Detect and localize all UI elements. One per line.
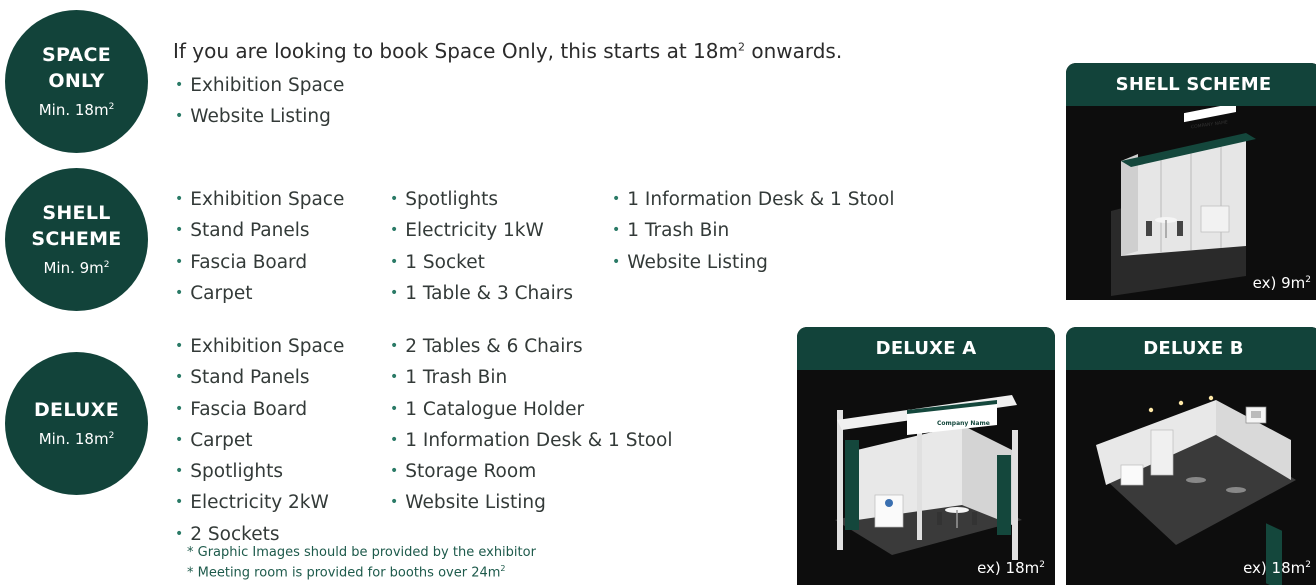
shell-scheme-list-col1: Exhibition Space Stand Panels Fascia Boa… [175,185,344,310]
size-example-label: ex) 9m2 [1252,274,1311,292]
package-minimum: Min. 18m2 [38,101,115,119]
list-item: Electricity 1kW [390,216,573,247]
list-item: 1 Trash Bin [390,363,672,394]
deluxe-list-col1: Exhibition Space Stand Panels Fascia Boa… [175,332,344,551]
list-item: Fascia Board [175,248,344,279]
package-minimum: Min. 9m2 [43,259,110,277]
list-item: 1 Catalogue Holder [390,395,672,426]
footnote: * Meeting room is provided for booths ov… [187,564,506,581]
list-item: Exhibition Space [175,332,344,363]
list-item: Website Listing [390,488,672,519]
list-item: Stand Panels [175,363,344,394]
shell-scheme-booth-illustration: COMPANY NAME [1066,106,1316,300]
list-item: Website Listing [175,102,344,133]
list-item: 1 Socket [390,248,573,279]
fascia-sign-text: Company Name [937,420,990,427]
list-item: Electricity 2kW [175,488,344,519]
list-item: Spotlights [390,185,573,216]
space-only-headline: If you are looking to book Space Only, t… [173,39,843,63]
list-item: Exhibition Space [175,185,344,216]
list-item: 1 Information Desk & 1 Stool [390,426,672,457]
package-title-line: SHELL [42,202,111,224]
footnote: * Graphic Images should be provided by t… [187,545,536,560]
deluxe-a-booth-illustration: Company Name [797,370,1055,585]
booth-card-deluxe-a: DELUXE A Company Name ex) 18m2 [797,327,1055,585]
package-circle-deluxe: DELUXE Min. 18m2 [5,352,148,495]
list-item: 1 Trash Bin [612,216,894,247]
deluxe-b-booth-illustration [1066,370,1316,585]
booth-card-deluxe-b: DELUXE B ex) 18m2 [1066,327,1316,585]
booth-card-shell-scheme: SHELL SCHEME COMPANY NAME ex) 9m2 [1066,63,1316,300]
list-item: Carpet [175,426,344,457]
list-item: 2 Tables & 6 Chairs [390,332,672,363]
list-item: Fascia Board [175,395,344,426]
size-example-label: ex) 18m2 [1243,559,1311,577]
card-title: SHELL SCHEME [1066,63,1316,106]
list-item: 1 Table & 3 Chairs [390,279,573,310]
space-only-list: Exhibition Space Website Listing [175,71,344,134]
package-title-line: SPACE [42,44,111,66]
list-item: Stand Panels [175,216,344,247]
list-item: Exhibition Space [175,71,344,102]
shell-scheme-list-col2: Spotlights Electricity 1kW 1 Socket 1 Ta… [390,185,573,310]
shell-scheme-list-col3: 1 Information Desk & 1 Stool 1 Trash Bin… [612,185,894,279]
list-item: Website Listing [612,248,894,279]
package-minimum: Min. 18m2 [38,430,115,448]
list-item: Spotlights [175,457,344,488]
list-item: Storage Room [390,457,672,488]
package-title-line: ONLY [48,70,105,92]
package-title-line: DELUXE [33,399,120,421]
package-circle-space-only: SPACE ONLY Min. 18m2 [5,10,148,153]
size-example-label: ex) 18m2 [977,559,1045,577]
card-title: DELUXE B [1066,327,1316,370]
deluxe-list-col2: 2 Tables & 6 Chairs 1 Trash Bin 1 Catalo… [390,332,672,520]
package-circle-shell-scheme: SHELL SCHEME Min. 9m2 [5,168,148,311]
package-title-line: SCHEME [31,228,122,250]
list-item: 1 Information Desk & 1 Stool [612,185,894,216]
card-title: DELUXE A [797,327,1055,370]
list-item: Carpet [175,279,344,310]
